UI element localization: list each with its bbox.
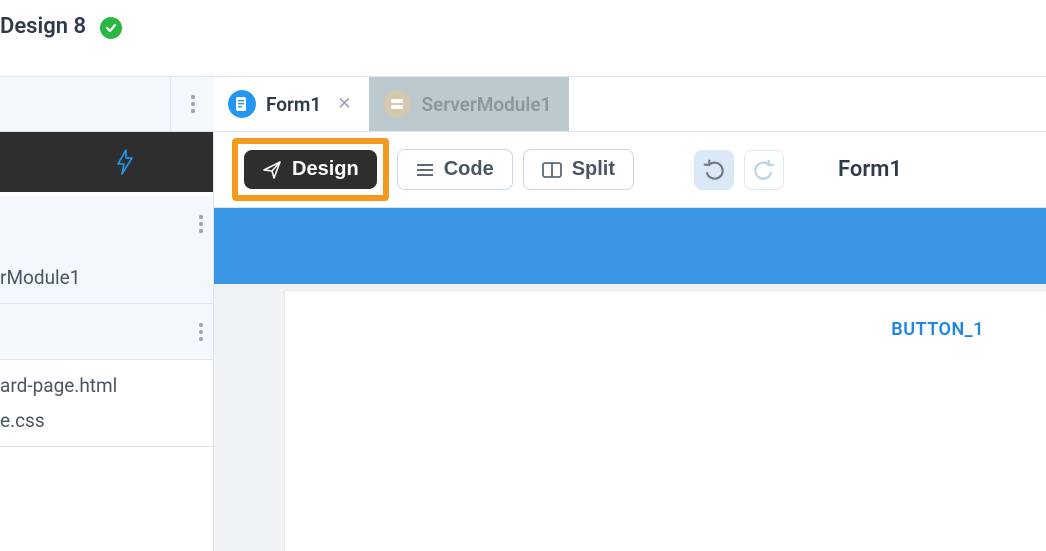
form-title-bar[interactable] [214,208,1046,284]
sidebar-action-bar [0,132,213,196]
redo-icon [753,159,775,181]
sidebar-section-1: rModule1 [0,196,213,304]
tab-label: ServerModule1 [421,93,551,116]
form-card[interactable]: BUTTON_1 [284,290,1046,551]
redo-button[interactable] [744,150,784,190]
close-icon[interactable]: ✕ [337,94,351,114]
split-button[interactable]: Split [523,149,634,190]
tabs-spacer [0,77,170,131]
toolbar: Design Code Split [214,132,1046,208]
sidebar: rModule1 ard-page.html e.css [0,132,214,551]
sidebar-file-css[interactable]: e.css [0,403,213,446]
canvas-wrap: BUTTON_1 [214,208,1046,551]
list-icon [416,162,434,178]
tabs-menu-button[interactable] [170,77,214,131]
server-icon [383,90,411,118]
button-1-component[interactable]: BUTTON_1 [891,319,984,340]
bolt-icon[interactable] [115,149,135,175]
split-icon [542,162,562,178]
highlight-frame: Design [232,138,389,201]
button-label: Code [444,158,494,181]
form-icon [228,90,256,118]
button-label: Design [292,158,359,181]
vertical-dots-icon [199,215,203,233]
sidebar-section-files: ard-page.html e.css [0,304,213,447]
tab-form1[interactable]: Form1 ✕ [214,77,369,131]
paper-plane-icon [262,160,282,180]
tab-label: Form1 [266,93,321,116]
undo-button[interactable] [694,150,734,190]
sidebar-file-html[interactable]: ard-page.html [0,360,213,403]
undo-icon [703,159,725,181]
status-check-icon [100,17,122,39]
section-menu-button[interactable] [0,196,213,252]
button-label: Split [572,158,615,181]
project-title: Design 8 [0,14,86,39]
code-button[interactable]: Code [397,149,513,190]
vertical-dots-icon [199,323,203,341]
tabs-row: Form1 ✕ ServerModule1 [0,76,1046,132]
vertical-dots-icon [191,95,195,113]
section-menu-button[interactable] [0,304,213,360]
tab-servermodule1[interactable]: ServerModule1 [369,77,569,131]
design-button[interactable]: Design [244,150,377,189]
current-form-name: Form1 [838,157,902,182]
sidebar-item-module[interactable]: rModule1 [0,252,213,303]
main-area: Design Code Split [214,132,1046,551]
design-canvas[interactable]: BUTTON_1 [214,284,1046,551]
top-header: Design 8 [0,0,1046,76]
